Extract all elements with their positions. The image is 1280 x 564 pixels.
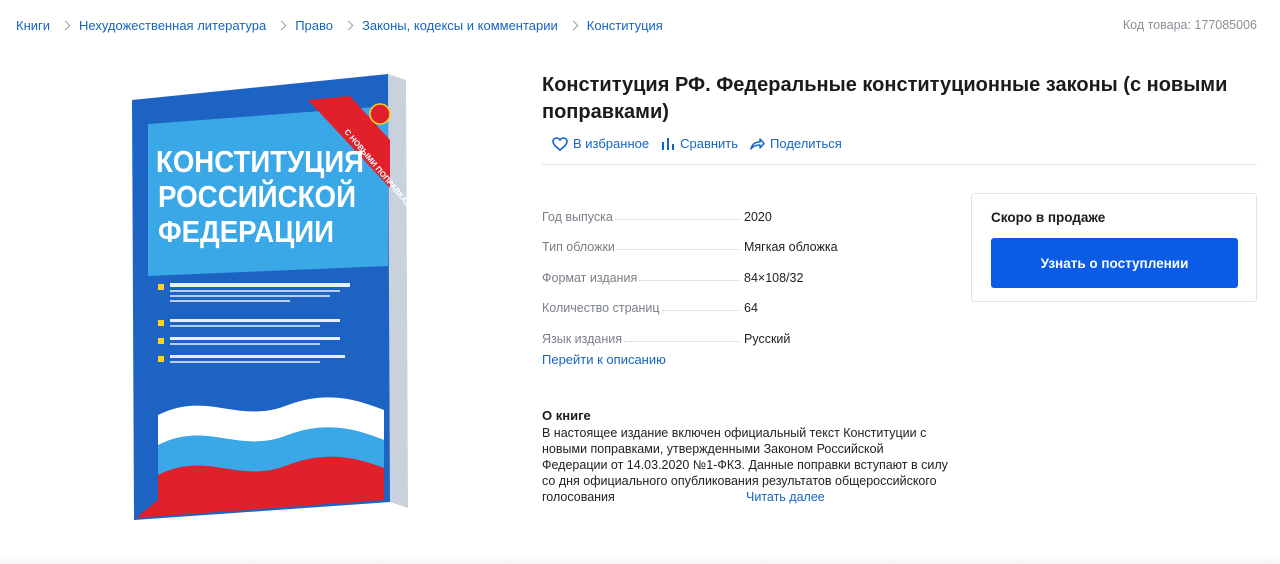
divider <box>542 164 1257 165</box>
chevron-right-icon <box>60 20 71 31</box>
chevron-right-icon <box>568 20 579 31</box>
breadcrumb: Книги Нехудожественная литература Право … <box>16 18 663 33</box>
cover-title-line-1: КОНСТИТУЦИЯ <box>156 144 364 179</box>
breadcrumb-item-law[interactable]: Право <box>295 18 333 33</box>
read-more-link[interactable]: Читать далее <box>746 490 825 504</box>
notify-availability-button[interactable]: Узнать о поступлении <box>991 238 1238 288</box>
breadcrumb-item-constitution[interactable]: Конституция <box>587 18 663 33</box>
spec-value: 84×108/32 <box>744 270 804 285</box>
book-cover-illustration: С НОВЫМИ ПОПРАВКАМИ 2020 КОНСТИТУЦИЯ РОС… <box>132 74 430 520</box>
breadcrumb-item-nonfiction[interactable]: Нехудожественная литература <box>79 18 266 33</box>
compare-label: Сравнить <box>680 136 739 151</box>
share-button[interactable]: Поделиться <box>750 136 842 151</box>
coming-soon-label: Скоро в продаже <box>991 210 1106 225</box>
spec-row: Год выпуска 2020 <box>542 193 872 224</box>
page-bottom-edge <box>0 556 1280 564</box>
product-actions: В избранное Сравнить Поделиться <box>552 136 854 151</box>
spec-label: Год выпуска <box>542 209 613 224</box>
spec-value: Мягкая обложка <box>744 240 838 255</box>
spec-value: Русский <box>744 331 791 346</box>
spec-row: Количество страниц 64 <box>542 285 872 316</box>
share-arrow-icon <box>750 137 765 150</box>
compare-bars-icon <box>662 137 675 150</box>
go-to-description-link[interactable]: Перейти к описанию <box>542 352 666 367</box>
book-cover-image[interactable]: С НОВЫМИ ПОПРАВКАМИ 2020 КОНСТИТУЦИЯ РОС… <box>118 70 430 530</box>
compare-button[interactable]: Сравнить <box>661 136 738 151</box>
spec-row: Тип обложки Мягкая обложка <box>542 224 872 255</box>
share-label: Поделиться <box>770 136 842 151</box>
spec-value: 2020 <box>744 209 772 224</box>
about-heading: О книге <box>542 408 591 423</box>
cover-title-line-3: ФЕДЕРАЦИИ <box>158 214 334 249</box>
availability-box: Скоро в продаже Узнать о поступлении <box>971 193 1257 302</box>
favorite-label: В избранное <box>573 136 650 151</box>
spec-value: 64 <box>744 301 758 316</box>
product-specs: Год выпуска 2020 Тип обложки Мягкая обло… <box>542 193 872 346</box>
spec-row: Язык издания Русский <box>542 315 872 346</box>
cover-title-line-2: РОССИЙСКОЙ <box>158 178 356 214</box>
spec-label: Формат издания <box>542 270 638 285</box>
product-code: Код товара: 177085006 <box>1122 18 1257 32</box>
heart-icon <box>552 136 568 151</box>
spec-label: Язык издания <box>542 331 623 346</box>
breadcrumb-item-laws-codes[interactable]: Законы, кодексы и комментарии <box>362 18 558 33</box>
add-to-favorites-button[interactable]: В избранное <box>552 136 649 151</box>
breadcrumb-item-books[interactable]: Книги <box>16 18 50 33</box>
spec-label: Тип обложки <box>542 240 615 255</box>
chevron-right-icon <box>276 20 287 31</box>
spec-label: Количество страниц <box>542 301 660 316</box>
chevron-right-icon <box>343 20 354 31</box>
product-title: Конституция РФ. Федеральные конституцион… <box>542 74 1228 123</box>
spec-row: Формат издания 84×108/32 <box>542 254 872 285</box>
